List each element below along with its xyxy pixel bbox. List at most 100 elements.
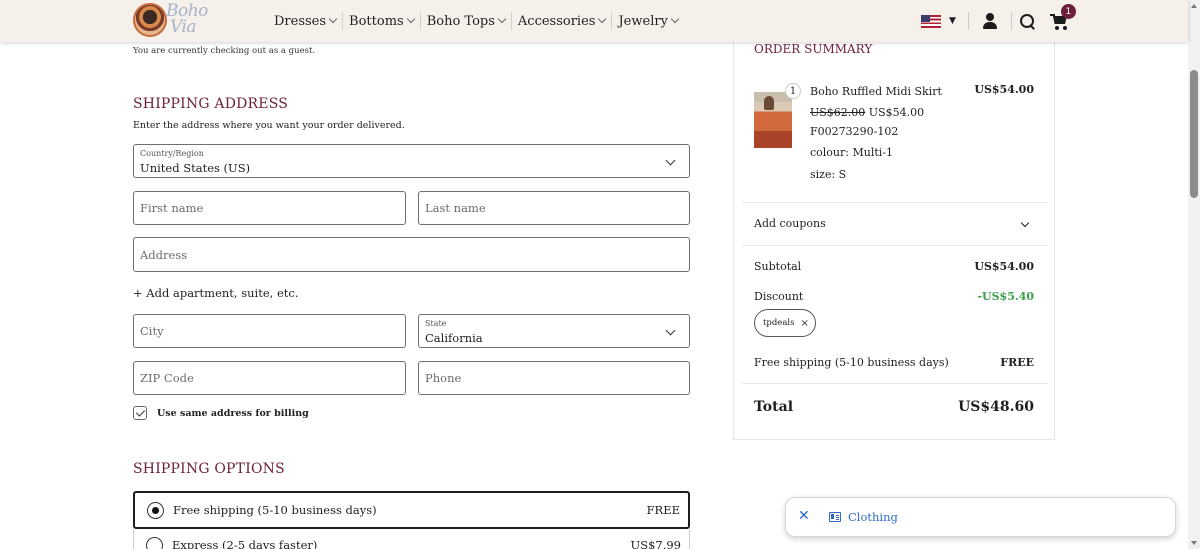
shipping-option-price: FREE: [646, 503, 680, 517]
scrollbar-thumb[interactable]: [1190, 70, 1198, 198]
header-icons: ▼ 1: [921, 0, 1076, 42]
nav-accessories[interactable]: Accessories: [510, 12, 612, 30]
us-flag-icon: [921, 14, 941, 28]
nav-bottoms[interactable]: Bottoms: [342, 12, 420, 30]
nav-label: Dresses: [274, 13, 327, 29]
shipping-address-title: SHIPPING ADDRESS: [133, 96, 289, 112]
product-line-total: US$54.00: [974, 83, 1034, 96]
product-price-row: US$62.00 US$54.00: [810, 106, 924, 119]
shipping-summary-value: FREE: [1000, 356, 1034, 369]
chat-topic-link[interactable]: Clothing: [848, 510, 898, 524]
discount-label: Discount: [754, 290, 804, 303]
logo-badge-icon: [133, 3, 167, 37]
nav-dresses[interactable]: Dresses: [268, 12, 342, 30]
last-name-placeholder: Last name: [425, 201, 486, 215]
chevron-down-icon: [670, 14, 680, 24]
radio-selected-icon[interactable]: [147, 502, 164, 519]
address-field[interactable]: Address: [133, 237, 690, 272]
shipping-address-subtitle: Enter the address where you want your or…: [133, 120, 405, 131]
cart-icon[interactable]: 1: [1049, 4, 1076, 30]
order-summary-title: ORDER SUMMARY: [754, 42, 873, 56]
country-selector[interactable]: ▼: [921, 14, 956, 28]
state-value: California: [425, 331, 483, 345]
city-placeholder: City: [140, 324, 164, 338]
nav-boho-tops[interactable]: Boho Tops: [419, 12, 511, 30]
chevron-down-icon: [497, 14, 507, 24]
country-value: United States (US): [140, 161, 251, 175]
shipping-option-label: Free shipping (5-10 business days): [173, 503, 377, 517]
applied-coupon-chip: tpdeals ×: [754, 309, 816, 337]
summary-divider: [742, 383, 1048, 384]
chevron-down-icon: [665, 155, 676, 166]
zip-code-field[interactable]: ZIP Code: [133, 361, 406, 395]
same-billing-label: Use same address for billing: [157, 407, 309, 419]
product-size: size: S: [810, 168, 847, 181]
shipping-option-price: US$7.99: [630, 538, 682, 549]
chevron-down-icon: [598, 14, 607, 24]
radio-empty-icon[interactable]: [146, 537, 163, 549]
product-new-price: US$54.00: [868, 106, 925, 119]
page-scrollbar[interactable]: [1188, 0, 1200, 549]
country-select[interactable]: Country/Region United States (US): [133, 144, 690, 178]
zip-code-placeholder: ZIP Code: [140, 371, 194, 385]
quantity-badge: 1: [785, 83, 801, 99]
site-logo[interactable]: Boho Via: [133, 3, 213, 39]
product-name: Boho Ruffled Midi Skirt: [810, 85, 942, 98]
country-label: Country/Region: [140, 149, 204, 158]
header-divider: [967, 12, 969, 30]
nav-label: Boho Tops: [426, 13, 495, 29]
nav-jewelry[interactable]: Jewelry: [611, 12, 683, 30]
nav-label: Bottoms: [349, 13, 404, 29]
total-label: Total: [754, 399, 794, 415]
chat-widget: ✕ Clothing: [785, 497, 1176, 537]
scroll-down-icon[interactable]: [1191, 541, 1197, 545]
search-icon[interactable]: [1018, 12, 1036, 30]
nav-label: Accessories: [517, 13, 596, 29]
state-select[interactable]: State California: [418, 314, 690, 348]
product-old-price: US$62.00: [810, 106, 866, 119]
caret-down-icon: ▼: [949, 16, 956, 26]
logo-wordmark: Boho Via: [166, 3, 208, 37]
scroll-up-icon[interactable]: [1191, 4, 1197, 8]
nav-label: Jewelry: [618, 13, 668, 29]
site-header: Boho Via Dresses Bottoms Boho Tops Acces…: [0, 0, 1188, 42]
close-icon[interactable]: ✕: [798, 508, 810, 524]
summary-divider: [742, 245, 1048, 246]
remove-coupon-icon[interactable]: ×: [800, 318, 808, 329]
same-billing-checkbox[interactable]: [133, 406, 147, 420]
product-thumbnail: [754, 92, 792, 148]
chevron-down-icon: [1020, 218, 1030, 228]
document-icon: [829, 512, 841, 522]
phone-field[interactable]: Phone: [418, 361, 690, 395]
chevron-down-icon: [328, 14, 338, 24]
first-name-placeholder: First name: [140, 201, 204, 215]
add-coupons-label: Add coupons: [754, 217, 826, 230]
discount-value: -US$5.40: [977, 290, 1034, 303]
product-colour: colour: Multi-1: [810, 146, 893, 159]
logo-line-2: Via: [170, 17, 197, 37]
address-placeholder: Address: [140, 247, 188, 262]
city-field[interactable]: City: [133, 314, 406, 348]
first-name-field[interactable]: First name: [133, 191, 406, 225]
chevron-down-icon: [665, 325, 676, 336]
cart-count-badge: 1: [1060, 4, 1076, 19]
shipping-option-free[interactable]: Free shipping (5-10 business days) FREE: [133, 491, 690, 529]
account-icon[interactable]: [981, 12, 999, 30]
shipping-option-express[interactable]: Express (2-5 days faster) US$7.99: [133, 529, 690, 549]
subtotal-value: US$54.00: [974, 260, 1034, 273]
order-summary: ORDER SUMMARY 1 Boho Ruffled Midi Skirt …: [733, 30, 1055, 440]
shipping-options-title: SHIPPING OPTIONS: [133, 461, 285, 477]
add-apartment-link[interactable]: + Add apartment, suite, etc.: [133, 286, 298, 300]
state-label: State: [425, 319, 447, 328]
phone-placeholder: Phone: [425, 371, 462, 385]
shipping-option-label: Express (2-5 days faster): [172, 538, 318, 549]
summary-divider: [742, 202, 1048, 203]
chevron-down-icon: [406, 14, 415, 24]
last-name-field[interactable]: Last name: [418, 191, 690, 225]
header-divider: [1010, 12, 1012, 30]
coupon-code: tpdeals: [763, 318, 795, 328]
subtotal-label: Subtotal: [754, 260, 802, 273]
guest-note: You are currently checking out as a gues…: [133, 46, 316, 56]
same-billing-row[interactable]: Use same address for billing: [133, 406, 309, 420]
main-nav: Dresses Bottoms Boho Tops Accessories Je…: [268, 0, 684, 42]
